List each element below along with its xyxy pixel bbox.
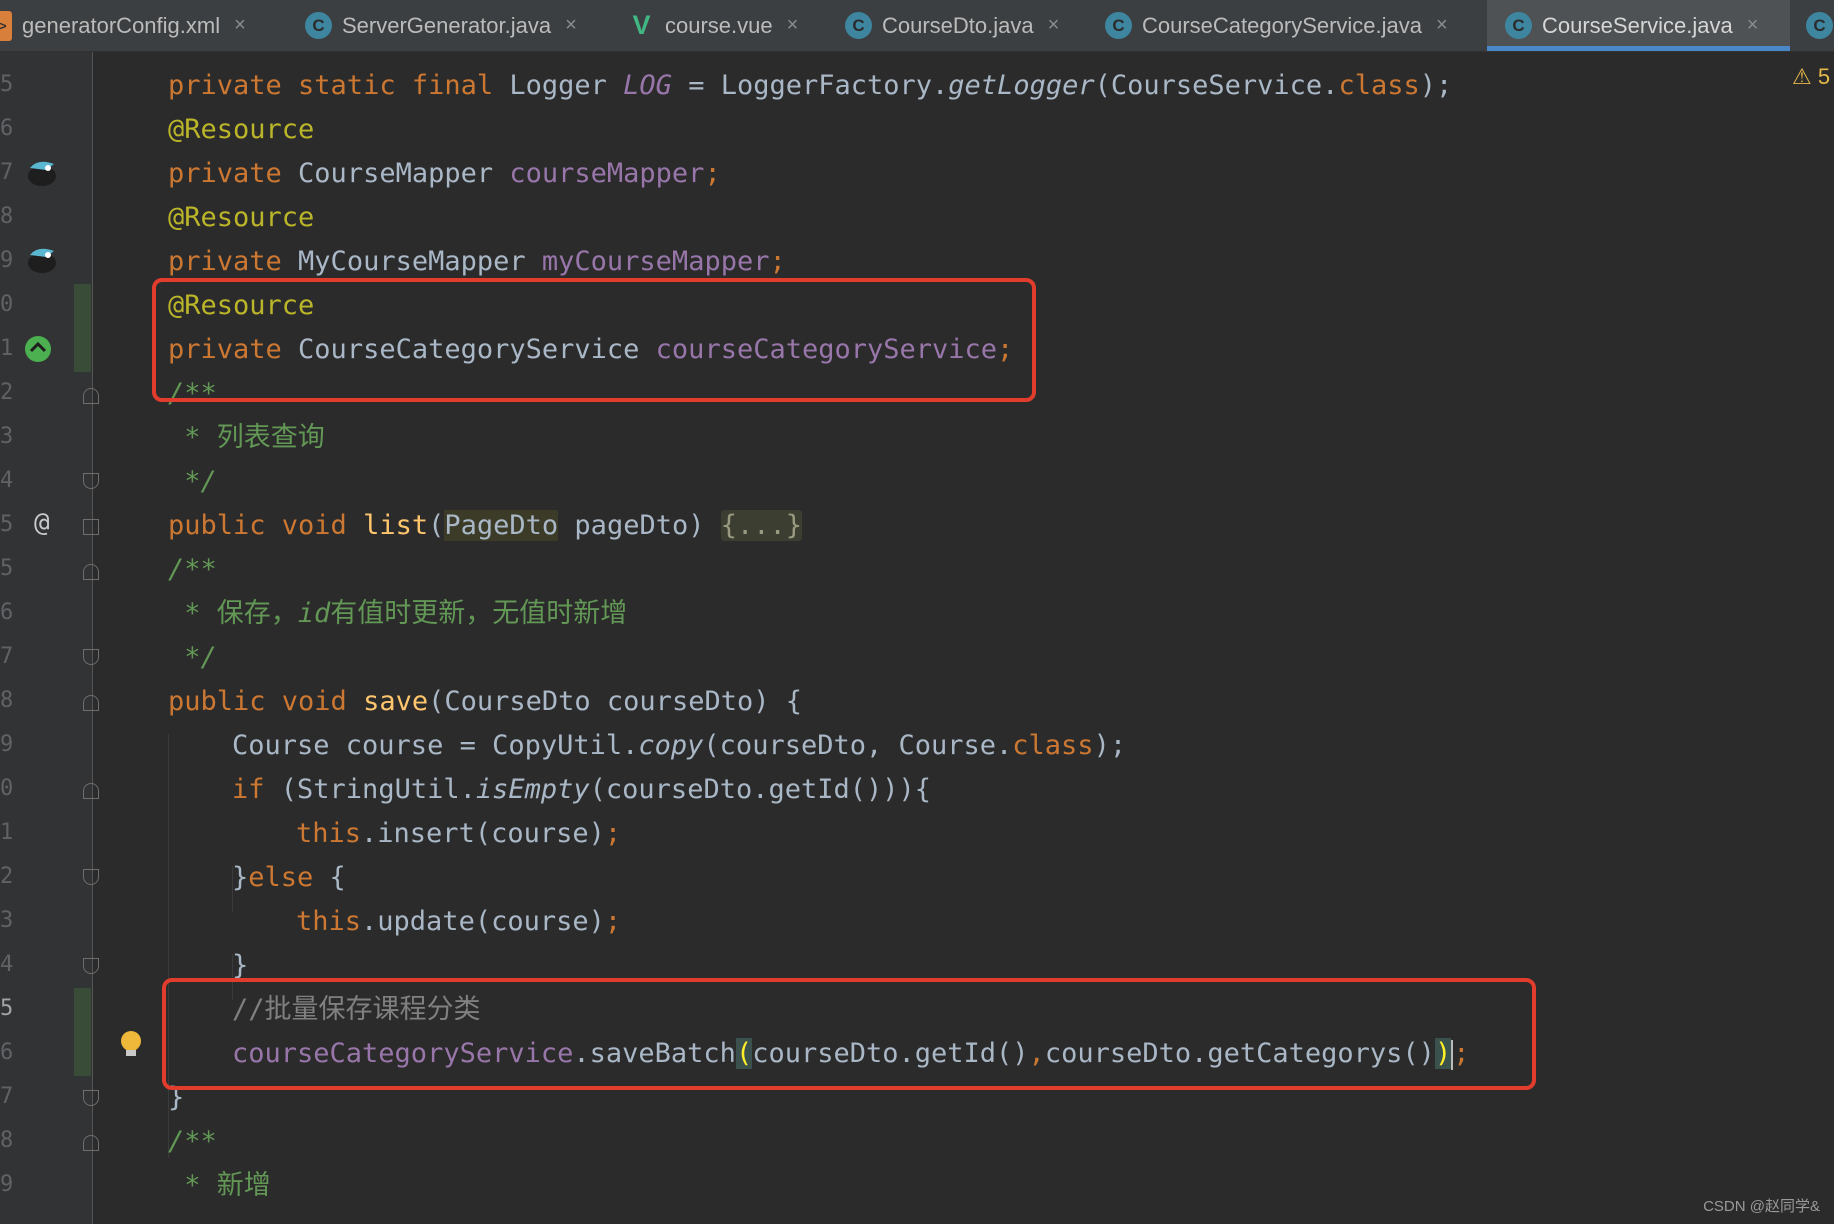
tab-label: generatorConfig.xml [22, 12, 221, 38]
line-number: 0 [0, 776, 14, 801]
mybatis-bird-icon[interactable] [24, 154, 60, 188]
line-number: 6 [0, 116, 14, 141]
close-icon[interactable]: × [787, 14, 799, 37]
fold-marker[interactable] [83, 1090, 99, 1106]
line-number: 5 [0, 996, 14, 1021]
change-marker [74, 284, 91, 372]
tab-label: CourseService.java [1542, 12, 1733, 38]
editor-tab-bar: > generatorConfig.xml × C ServerGenerato… [0, 0, 1834, 52]
code-line: */ [168, 642, 217, 673]
close-icon[interactable]: × [1436, 14, 1448, 37]
xml-file-icon: > [0, 10, 12, 41]
mybatis-bird-icon[interactable] [24, 241, 60, 275]
tab-course-vue[interactable]: V course.vue × [628, 0, 818, 51]
code-line: @Resource [168, 114, 315, 145]
code-line: /** [168, 1126, 217, 1157]
vue-file-icon: V [632, 10, 651, 40]
code-line: }else { [232, 862, 346, 893]
java-class-icon: C [1806, 12, 1833, 39]
tab-label: course.vue [665, 12, 773, 38]
fold-marker[interactable] [83, 473, 99, 489]
watermark: CSDN @赵同学& [1703, 1198, 1820, 1215]
java-class-icon: C [305, 12, 332, 39]
code-line: public void save(CourseDto courseDto) { [168, 686, 802, 717]
fold-marker[interactable] [83, 1135, 99, 1151]
code-line: /** [168, 554, 217, 585]
line-number: 9 [0, 248, 14, 273]
annotation-box [162, 978, 1536, 1090]
tab-overflow[interactable]: C [1806, 0, 1834, 51]
code-line: * 新增 [168, 1170, 271, 1201]
line-number: 7 [0, 644, 14, 669]
code-line: */ [168, 466, 217, 497]
change-marker [74, 988, 91, 1076]
fold-marker[interactable] [83, 958, 99, 974]
line-number: 2 [0, 864, 14, 889]
fold-marker[interactable] [83, 695, 99, 711]
line-number: 5 [0, 72, 14, 97]
folded-code-region[interactable]: {...} [720, 510, 803, 541]
line-number: 8 [0, 1128, 14, 1153]
line-number: 9 [0, 732, 14, 757]
tab-label: CourseDto.java [882, 12, 1034, 38]
spring-bean-icon[interactable] [22, 333, 54, 365]
java-class-icon: C [1505, 12, 1532, 39]
tab-courseservice-java[interactable]: C CourseService.java × [1487, 0, 1790, 51]
line-number: 7 [0, 160, 14, 185]
line-number: 6 [0, 600, 14, 625]
line-number: 5 [0, 556, 14, 581]
java-class-icon: C [1105, 12, 1132, 39]
line-number: 9 [0, 1172, 14, 1197]
line-number: 1 [0, 336, 14, 361]
fold-marker[interactable] [83, 564, 99, 580]
code-line: private static final Logger LOG = Logger… [168, 70, 1453, 101]
line-number: 2 [0, 380, 14, 405]
fold-marker[interactable] [83, 869, 99, 885]
line-number: 7 [0, 1084, 14, 1109]
code-line: * 保存，id有值时更新，无值时新增 [168, 598, 628, 629]
close-icon[interactable]: × [1048, 14, 1060, 37]
line-number: 8 [0, 204, 14, 229]
line-number: 3 [0, 908, 14, 933]
code-line: Course course = CopyUtil.copy(courseDto,… [232, 730, 1127, 761]
tab-coursecategoryservice-java[interactable]: C CourseCategoryService.java × [1105, 0, 1475, 51]
code-line: if (StringUtil.isEmpty(courseDto.getId()… [232, 774, 932, 805]
tab-generatorconfig-xml[interactable]: > generatorConfig.xml × [0, 0, 300, 51]
lightbulb-icon[interactable] [118, 1028, 144, 1062]
close-icon[interactable]: × [1747, 14, 1759, 37]
close-icon[interactable]: × [234, 14, 246, 37]
code-line: this.insert(course); [296, 818, 622, 849]
tab-servergenerator-java[interactable]: C ServerGenerator.java × [305, 0, 615, 51]
gutter-divider [92, 52, 93, 1224]
tab-label: CourseCategoryService.java [1142, 12, 1423, 38]
code-line: @Resource [168, 202, 315, 233]
tab-label: ServerGenerator.java [342, 12, 552, 38]
line-number: 1 [0, 820, 14, 845]
code-line: this.update(course); [296, 906, 622, 937]
java-class-icon: C [845, 12, 872, 39]
line-number: 6 [0, 1040, 14, 1065]
fold-marker[interactable] [83, 649, 99, 665]
fold-marker[interactable] [83, 783, 99, 799]
annotation-box [152, 278, 1036, 402]
tab-coursedto-java[interactable]: C CourseDto.java × [845, 0, 1085, 51]
line-number: 5 [0, 512, 14, 537]
line-number: 0 [0, 292, 14, 317]
line-number: 4 [0, 952, 14, 977]
code-line: public void list(PageDto pageDto) {...} [168, 510, 803, 541]
close-icon[interactable]: × [565, 14, 577, 37]
line-number: 3 [0, 424, 14, 449]
line-number: 8 [0, 688, 14, 713]
line-number: 4 [0, 468, 14, 493]
warning-count: 5 [1817, 64, 1831, 89]
fold-marker[interactable] [83, 519, 99, 535]
override-at-icon[interactable]: @ [34, 508, 50, 538]
fold-marker[interactable] [83, 388, 99, 404]
code-line: * 列表查询 [168, 422, 325, 453]
code-line: private CourseMapper courseMapper; [168, 158, 721, 189]
